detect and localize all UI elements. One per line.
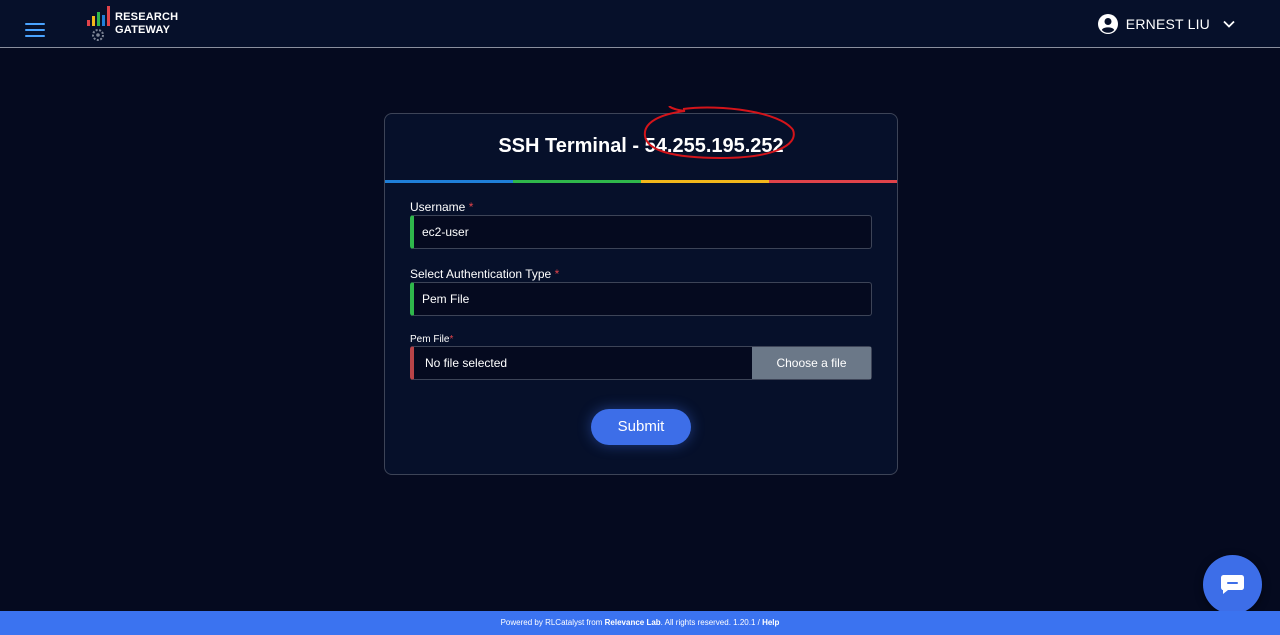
logo-line-1: RESEARCH xyxy=(115,11,179,23)
pem-file-input[interactable]: No file selected Choose a file xyxy=(410,346,872,380)
username-label: Username * xyxy=(410,200,474,214)
auth-type-label: Select Authentication Type * xyxy=(410,267,560,281)
submit-button[interactable]: Submit xyxy=(591,409,691,445)
top-bar: RESEARCH GATEWAY ERNEST LIU xyxy=(0,0,1280,48)
user-name: ERNEST LIU xyxy=(1125,16,1210,32)
chat-button[interactable] xyxy=(1203,555,1262,614)
logo[interactable]: RESEARCH GATEWAY xyxy=(86,6,186,42)
hamburger-menu-icon[interactable] xyxy=(25,23,45,37)
rainbow-divider xyxy=(385,180,897,183)
chat-icon xyxy=(1221,575,1244,594)
footer: Powered by RLCatalyst from Relevance Lab… xyxy=(0,611,1280,635)
choose-file-button[interactable]: Choose a file xyxy=(752,347,871,379)
pem-file-label: Pem File* xyxy=(410,334,454,345)
footer-rights: . All rights reserved. 1.20.1 / xyxy=(660,618,763,627)
help-link[interactable]: Help xyxy=(762,618,779,627)
ssh-terminal-card: SSH Terminal - 54.255.195.252 Username *… xyxy=(384,106,898,475)
logo-text: RESEARCH GATEWAY xyxy=(115,11,178,37)
card-title: SSH Terminal - 54.255.195.252 xyxy=(385,134,897,158)
card-title-ip: 54.255.195.252 xyxy=(644,135,784,157)
chevron-down-icon[interactable] xyxy=(1222,17,1236,31)
file-status: No file selected xyxy=(425,356,508,370)
footer-company: Relevance Lab xyxy=(604,618,661,627)
logo-bars-icon xyxy=(87,6,110,41)
user-circle-icon xyxy=(1097,14,1118,34)
footer-prefix: Powered by RLCatalyst from xyxy=(500,618,605,627)
card-title-prefix: SSH Terminal - xyxy=(498,135,645,157)
username-input[interactable]: ec2-user xyxy=(410,215,872,249)
auth-type-select[interactable]: Pem File xyxy=(410,282,872,316)
user-menu[interactable]: ERNEST LIU xyxy=(1097,12,1236,36)
logo-line-2: GATEWAY xyxy=(115,24,171,36)
